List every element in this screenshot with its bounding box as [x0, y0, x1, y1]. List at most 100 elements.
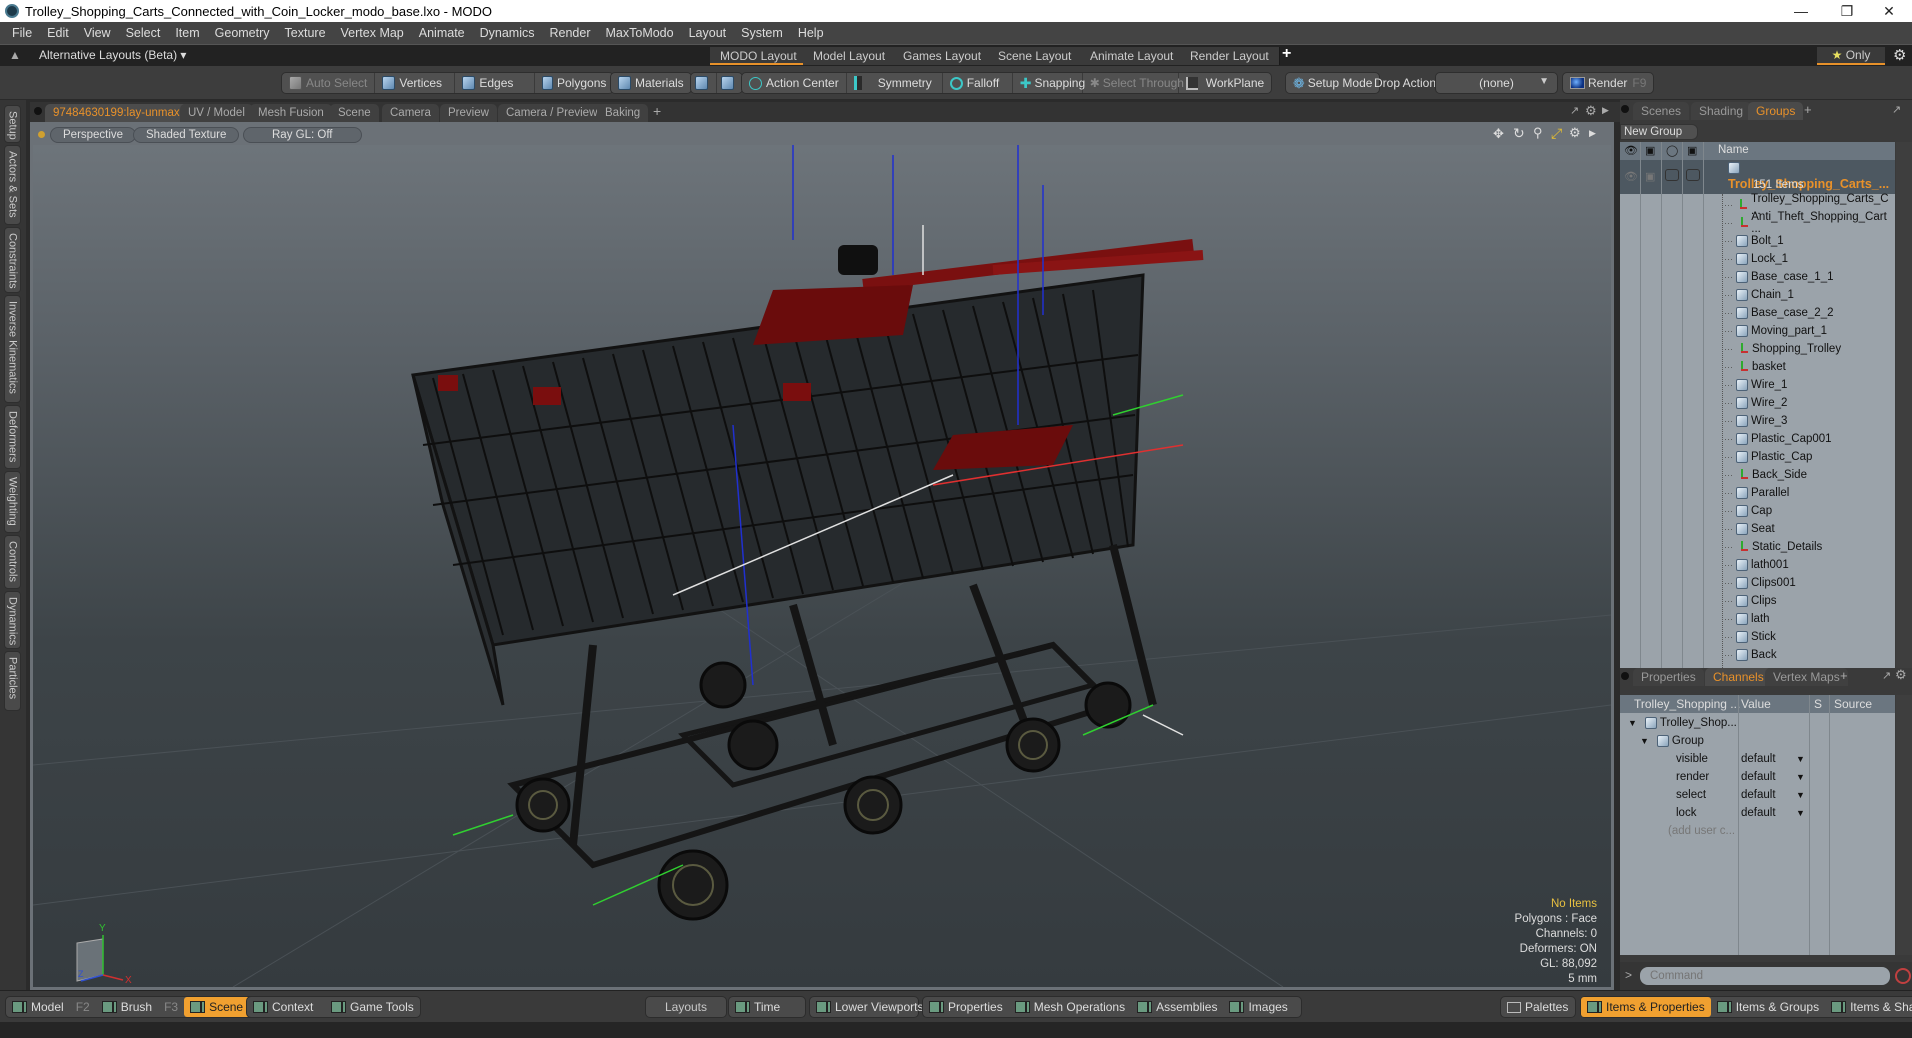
transform-mode-button[interactable]: [691, 73, 717, 93]
menu-render[interactable]: Render: [550, 26, 591, 40]
fit-icon[interactable]: ⤢: [1551, 125, 1562, 142]
items-shading-button[interactable]: Items & Shading: [1825, 997, 1912, 1017]
falloff-button[interactable]: Falloff: [943, 73, 1013, 93]
tab-scene[interactable]: Scene: [330, 104, 379, 122]
tab-setup[interactable]: Setup: [4, 105, 21, 143]
channel-row[interactable]: render default ▼: [1620, 768, 1895, 786]
command-input[interactable]: [1640, 967, 1890, 985]
tab-baking[interactable]: Baking: [597, 104, 649, 122]
value-header[interactable]: Value: [1741, 697, 1771, 711]
tab-mesh-fusion[interactable]: Mesh Fusion: [250, 104, 332, 122]
images-button[interactable]: Images: [1223, 997, 1301, 1017]
workplane-button[interactable]: WorkPlane: [1179, 73, 1271, 93]
items-properties-button[interactable]: Items & Properties: [1581, 997, 1711, 1017]
group-list-item[interactable]: ··· lath: [1620, 610, 1895, 628]
group-list-item[interactable]: ··· Seat: [1620, 520, 1895, 538]
tab-games-layout[interactable]: Games Layout: [893, 47, 993, 65]
channels-gear-icon[interactable]: ⚙: [1895, 667, 1907, 683]
menu-dynamics[interactable]: Dynamics: [480, 26, 535, 40]
chevron-down-icon[interactable]: ▼: [1796, 772, 1805, 782]
group-list-item[interactable]: ··· basket: [1620, 358, 1895, 376]
minimize-button[interactable]: —: [1778, 0, 1824, 22]
tab-render-layout[interactable]: Render Layout: [1180, 47, 1280, 65]
brush-mode-button[interactable]: Brush F3: [96, 997, 184, 1017]
menu-maxtomodo[interactable]: MaxToModo: [606, 26, 674, 40]
render-camera-icon[interactable]: ▣: [1645, 170, 1655, 183]
tab-dynamics[interactable]: Dynamics: [4, 591, 21, 649]
tab-weighting[interactable]: Weighting: [4, 471, 21, 533]
tab-animate-layout[interactable]: Animate Layout: [1080, 47, 1185, 65]
items-groups-button[interactable]: Items & Groups: [1711, 997, 1825, 1017]
channels-item-header[interactable]: Trolley_Shopping ...: [1634, 697, 1740, 711]
maximize-icon[interactable]: ↗: [1570, 104, 1579, 117]
only-toggle[interactable]: ★ Only: [1817, 47, 1885, 65]
menu-view[interactable]: View: [84, 26, 111, 40]
add-panel-tab-button[interactable]: +: [1804, 102, 1812, 117]
groups-scrollbar[interactable]: [1896, 142, 1912, 668]
menu-geometry[interactable]: Geometry: [215, 26, 270, 40]
gear-icon[interactable]: ⚙: [1893, 46, 1906, 64]
symmetry-button[interactable]: Symmetry: [847, 73, 943, 93]
group-list-item[interactable]: ··· Lock_1: [1620, 250, 1895, 268]
channel-value-select[interactable]: default: [1741, 807, 1776, 819]
pan-icon[interactable]: ✥: [1493, 126, 1504, 142]
tab-constraints[interactable]: Constraints: [4, 227, 21, 293]
lock-toggle[interactable]: [1686, 169, 1700, 181]
group-list-item[interactable]: ··· Bolt_1: [1620, 232, 1895, 250]
time-button[interactable]: Time: [728, 996, 806, 1018]
tab-camera-preview[interactable]: Camera / Preview: [498, 104, 606, 122]
tab-actors-sets[interactable]: Actors & Sets: [4, 145, 21, 225]
render-button[interactable]: Render F9: [1563, 73, 1653, 93]
group-list-item[interactable]: ··· Static_Details: [1620, 538, 1895, 556]
menu-system[interactable]: System: [741, 26, 783, 40]
tab-vertex-maps[interactable]: Vertex Maps: [1765, 668, 1848, 686]
mesh-operations-button[interactable]: Mesh Operations: [1009, 997, 1131, 1017]
channel-row[interactable]: lock default ▼: [1620, 804, 1895, 822]
rotate-icon[interactable]: ↻: [1513, 125, 1525, 142]
tab-controls[interactable]: Controls: [4, 535, 21, 589]
add-layout-button[interactable]: +: [1282, 45, 1291, 63]
setup-mode-button[interactable]: ❁ Setup Mode: [1286, 73, 1379, 93]
panel-maximize-icon[interactable]: ↗: [1892, 103, 1901, 116]
chevron-down-icon[interactable]: ▼: [1796, 754, 1805, 764]
tab-scene-layout[interactable]: Scene Layout: [988, 47, 1083, 65]
context-button[interactable]: Context: [247, 997, 325, 1017]
group-list-item[interactable]: ··· Wire_3: [1620, 412, 1895, 430]
shading-mode-button[interactable]: Shaded Texture: [133, 127, 240, 143]
3d-viewport[interactable]: Perspective Shaded Texture Ray GL: Off ✥…: [30, 122, 1614, 990]
group-list-item[interactable]: ··· Stick: [1620, 628, 1895, 646]
chevron-down-icon[interactable]: ▼: [1796, 808, 1805, 818]
group-list-item[interactable]: ··· Wire_1: [1620, 376, 1895, 394]
game-tools-button[interactable]: Game Tools: [325, 997, 420, 1017]
channel-tree-root[interactable]: ▼ Trolley_Shop...: [1620, 714, 1895, 732]
tab-shading[interactable]: Shading: [1691, 102, 1752, 120]
add-channels-tab-button[interactable]: +: [1840, 668, 1848, 683]
group-list-item[interactable]: ··· lath001: [1620, 556, 1895, 574]
viewport-gear-icon[interactable]: ⚙: [1585, 103, 1597, 119]
group-list-item[interactable]: ··· Plastic_Cap001: [1620, 430, 1895, 448]
group-list-item[interactable]: ··· Cap: [1620, 502, 1895, 520]
chevron-down-icon[interactable]: ▼: [1796, 790, 1805, 800]
close-button[interactable]: ✕: [1866, 0, 1912, 22]
menu-layout[interactable]: Layout: [689, 26, 727, 40]
tab-model-layout[interactable]: Model Layout: [803, 47, 897, 65]
render-column-icon[interactable]: ▣: [1645, 144, 1655, 157]
layouts-button[interactable]: Layouts: [645, 996, 727, 1018]
group-list-item[interactable]: ··· Plastic_Cap: [1620, 448, 1895, 466]
materials-button[interactable]: Materials: [611, 73, 691, 93]
assemblies-button[interactable]: Assemblies: [1131, 997, 1223, 1017]
menu-file[interactable]: File: [12, 26, 32, 40]
source-header[interactable]: Source: [1834, 697, 1872, 711]
channel-value-select[interactable]: default: [1741, 753, 1776, 765]
menu-texture[interactable]: Texture: [285, 26, 326, 40]
polygons-button[interactable]: Polygons: [535, 73, 613, 93]
channel-value-select[interactable]: default: [1741, 771, 1776, 783]
collapse-arrow-icon[interactable]: ▲: [9, 48, 21, 62]
channel-value-select[interactable]: default: [1741, 789, 1776, 801]
record-icon[interactable]: [1895, 968, 1911, 984]
visibility-column-icon[interactable]: 👁: [1624, 144, 1638, 157]
menu-item[interactable]: Item: [175, 26, 199, 40]
expand-arrow-icon[interactable]: ▶: [1602, 105, 1609, 116]
palettes-button[interactable]: Palettes: [1500, 996, 1576, 1018]
channel-tree-group[interactable]: ▼ Group: [1620, 732, 1895, 750]
